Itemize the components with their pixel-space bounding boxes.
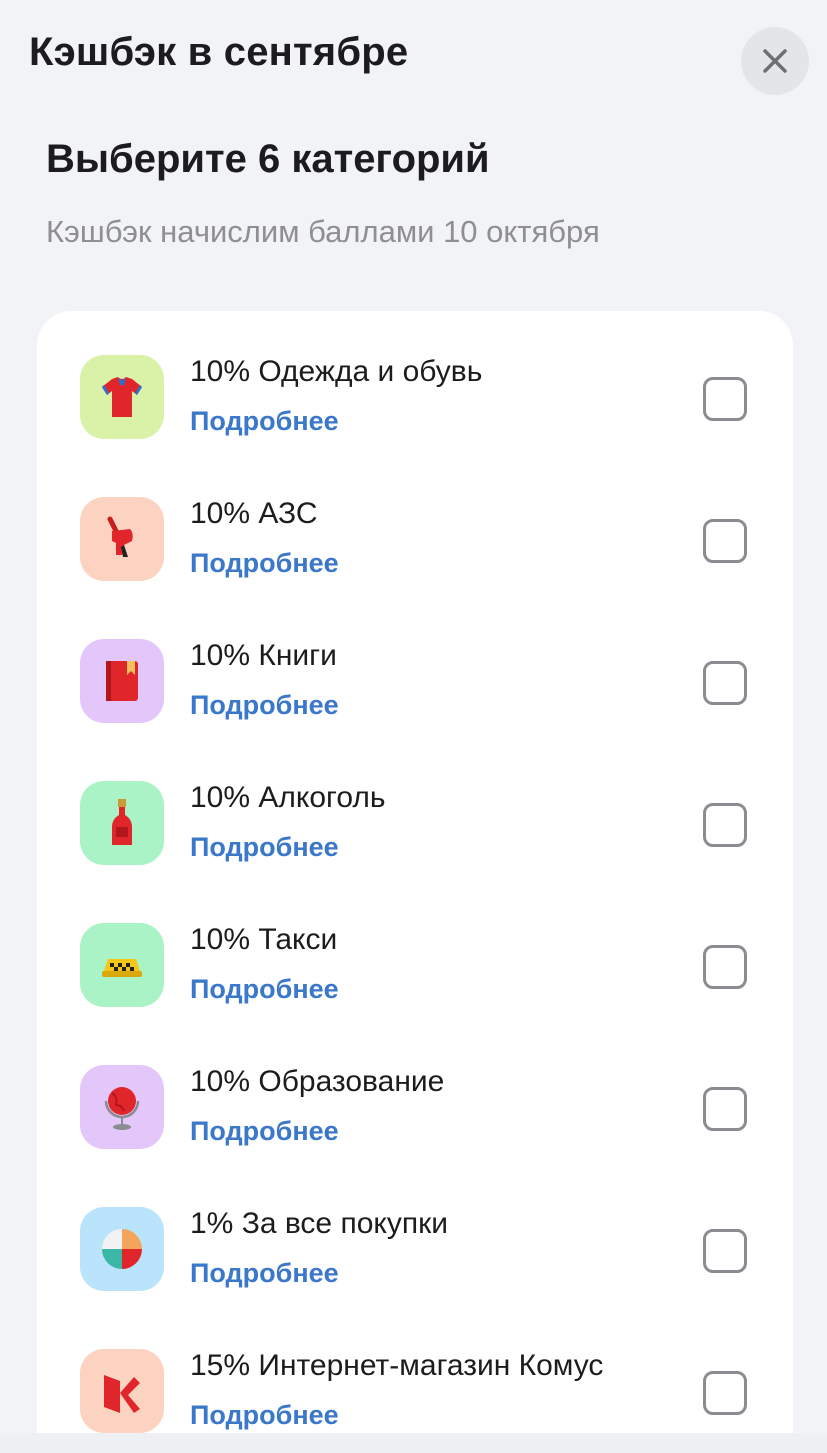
categories-list: 10% Одежда и обувь Подробнее 10% АЗС Под… (37, 311, 793, 1453)
pie-chart-icon (102, 1229, 142, 1269)
category-label: 10% Такси (190, 923, 338, 956)
category-row-education[interactable]: 10% Образование Подробнее (37, 1021, 793, 1163)
details-link[interactable]: Подробнее (190, 406, 339, 437)
category-tile (80, 1065, 164, 1149)
details-link[interactable]: Подробнее (190, 548, 339, 579)
category-checkbox[interactable] (703, 1087, 747, 1131)
close-icon (763, 49, 787, 73)
category-tile (80, 639, 164, 723)
category-tile (80, 1349, 164, 1433)
category-row-all-purchases[interactable]: 1% За все покупки Подробнее (37, 1163, 793, 1305)
category-row-books[interactable]: 10% Книги Подробнее (37, 595, 793, 737)
globe-icon (104, 1087, 140, 1130)
category-row-taxi[interactable]: 10% Такси Подробнее (37, 879, 793, 1021)
category-checkbox[interactable] (703, 1229, 747, 1273)
category-label: 10% АЗС (190, 497, 318, 530)
details-link[interactable]: Подробнее (190, 1400, 339, 1431)
fuel-nozzle-icon (107, 516, 133, 557)
category-checkbox[interactable] (703, 377, 747, 421)
details-link[interactable]: Подробнее (190, 1116, 339, 1147)
category-row-komus[interactable]: 15% Интернет-магазин Комус Подробнее (37, 1305, 793, 1447)
section-subtitle: Кэшбэк начислим баллами 10 октября (46, 214, 600, 249)
details-link[interactable]: Подробнее (190, 832, 339, 863)
category-row-gas-station[interactable]: 10% АЗС Подробнее (37, 453, 793, 595)
category-label: 10% Алкоголь (190, 781, 386, 814)
category-label: 10% Одежда и обувь (190, 355, 483, 388)
category-tile (80, 497, 164, 581)
page-title: Кэшбэк в сентябре (29, 30, 409, 74)
category-tile (80, 923, 164, 1007)
close-button[interactable] (741, 27, 809, 95)
details-link[interactable]: Подробнее (190, 974, 339, 1005)
category-label: 10% Образование (190, 1065, 445, 1098)
category-tile (80, 1207, 164, 1291)
details-link[interactable]: Подробнее (190, 690, 339, 721)
komus-logo-icon (104, 1375, 140, 1413)
category-checkbox[interactable] (703, 945, 747, 989)
category-row-alcohol[interactable]: 10% Алкоголь Подробнее (37, 737, 793, 879)
category-checkbox[interactable] (703, 519, 747, 563)
category-checkbox[interactable] (703, 803, 747, 847)
cashback-screen: Кэшбэк в сентябре Выберите 6 категорий К… (0, 0, 827, 1453)
section-title: Выберите 6 категорий (46, 137, 490, 181)
category-label: 1% За все покупки (190, 1207, 448, 1240)
taxi-sign-icon (102, 959, 142, 977)
category-label: 15% Интернет-магазин Комус (190, 1349, 604, 1382)
book-icon (106, 661, 138, 701)
category-checkbox[interactable] (703, 661, 747, 705)
details-link[interactable]: Подробнее (190, 1258, 339, 1289)
bottle-icon (112, 799, 132, 845)
category-row-clothes[interactable]: 10% Одежда и обувь Подробнее (37, 311, 793, 453)
category-tile (80, 355, 164, 439)
category-label: 10% Книги (190, 639, 337, 672)
tshirt-icon (102, 377, 142, 417)
bottom-edge (0, 1433, 827, 1453)
category-checkbox[interactable] (703, 1371, 747, 1415)
category-tile (80, 781, 164, 865)
